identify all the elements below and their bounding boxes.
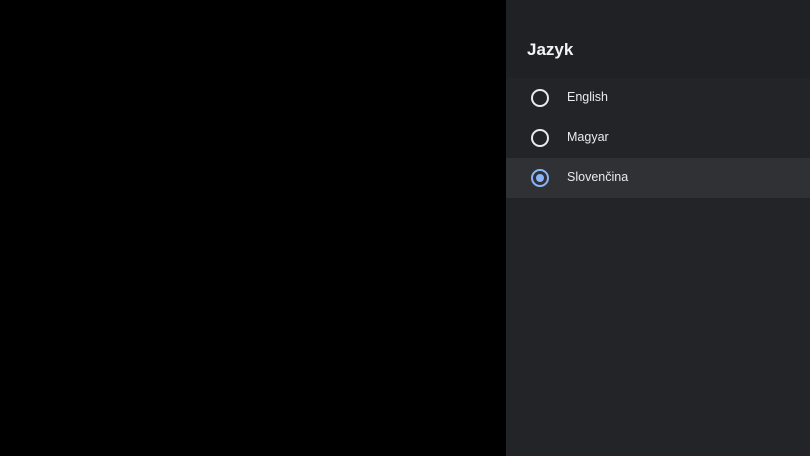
radio-unchecked-icon[interactable] [531, 89, 549, 107]
radio-checked-icon[interactable] [531, 169, 549, 187]
panel-header: Jazyk [506, 0, 810, 78]
language-option-label: English [567, 90, 608, 104]
language-option-magyar[interactable]: Magyar [506, 118, 810, 158]
language-option-label: Slovenčina [567, 170, 629, 184]
tv-screen: Jazyk English Magyar Slovenčina [0, 0, 810, 456]
language-option-english[interactable]: English [506, 78, 810, 118]
language-option-label: Magyar [567, 130, 609, 144]
language-settings-panel: Jazyk English Magyar Slovenčina [506, 0, 810, 456]
dimmed-background [0, 0, 506, 456]
page-title: Jazyk [527, 40, 574, 59]
language-option-slovencina[interactable]: Slovenčina [506, 158, 810, 198]
language-list: English Magyar Slovenčina [506, 78, 810, 198]
radio-unchecked-icon[interactable] [531, 129, 549, 147]
